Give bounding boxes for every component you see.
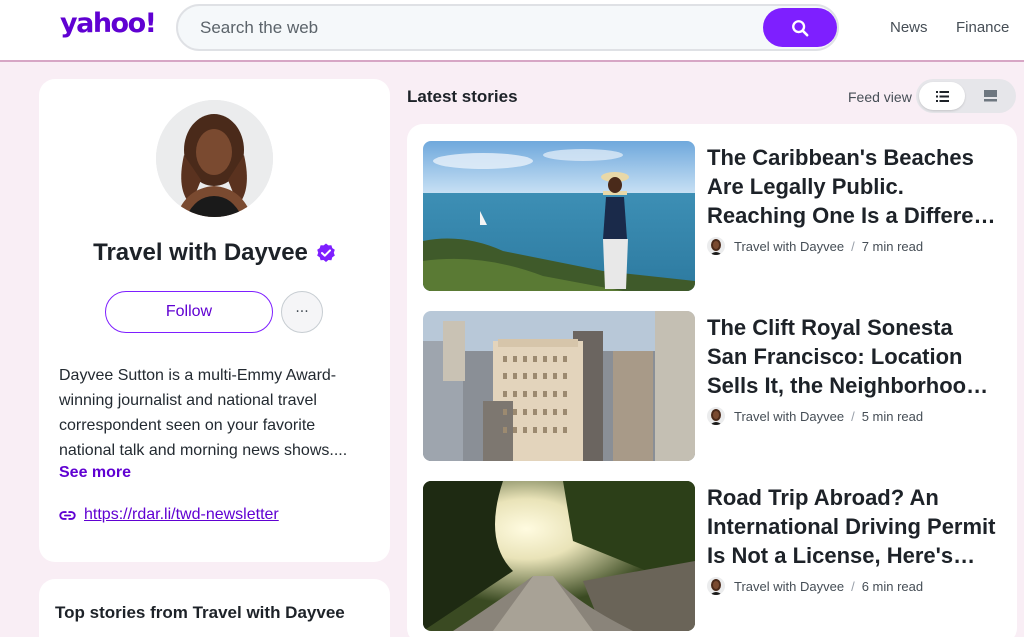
story-title[interactable]: The Clift Royal Sonesta San Francisco: L… xyxy=(707,313,997,400)
list-view-icon xyxy=(935,90,949,102)
meta-separator: / xyxy=(851,578,855,594)
search-button[interactable] xyxy=(763,8,837,47)
top-stories-card: Top stories from Travel with Dayvee xyxy=(39,579,390,637)
story-read-time: 7 min read xyxy=(861,238,924,254)
search-icon xyxy=(792,19,809,36)
story-title[interactable]: The Caribbean's Beaches Are Legally Publ… xyxy=(707,143,997,230)
more-options-button[interactable]: ··· xyxy=(281,291,323,333)
story-author[interactable]: Travel with Dayvee xyxy=(734,239,844,254)
meta-separator: / xyxy=(851,408,855,424)
profile-card: Travel with Dayvee Follow ··· Dayvee Sut… xyxy=(39,79,390,562)
profile-avatar xyxy=(156,100,273,217)
newsletter-link-row: https://rdar.li/twd-newsletter xyxy=(59,506,279,524)
story-meta: Travel with Dayvee / 6 min read xyxy=(707,577,923,595)
follow-button[interactable]: Follow xyxy=(105,291,273,333)
nav-finance[interactable]: Finance xyxy=(956,19,1009,36)
story-thumbnail[interactable] xyxy=(423,481,695,631)
list-view-button[interactable] xyxy=(919,82,965,110)
story-item[interactable]: The Clift Royal Sonesta San Francisco: L… xyxy=(423,311,1003,461)
link-icon xyxy=(59,510,76,520)
header: yahoo! News Finance xyxy=(0,0,1024,62)
story-item[interactable]: Road Trip Abroad? An International Drivi… xyxy=(423,481,1003,631)
feed-view-toggle xyxy=(916,79,1016,113)
search-bar xyxy=(176,4,839,51)
latest-stories-list: The Caribbean's Beaches Are Legally Publ… xyxy=(407,124,1017,637)
profile-name: Travel with Dayvee xyxy=(39,239,390,267)
story-item[interactable]: The Caribbean's Beaches Are Legally Publ… xyxy=(423,141,1003,291)
latest-stories-title: Latest stories xyxy=(407,87,518,106)
story-read-time: 5 min read xyxy=(861,408,924,424)
yahoo-logo[interactable]: yahoo! xyxy=(60,8,157,39)
verified-badge-icon xyxy=(317,243,335,262)
story-author[interactable]: Travel with Dayvee xyxy=(734,409,844,424)
story-meta: Travel with Dayvee / 7 min read xyxy=(707,237,923,255)
meta-separator: / xyxy=(851,238,855,254)
profile-bio: Dayvee Sutton is a multi-Emmy Award-winn… xyxy=(59,367,348,459)
card-view-button[interactable] xyxy=(967,82,1013,110)
top-stories-heading: Top stories from Travel with Dayvee xyxy=(55,603,345,622)
nav-news[interactable]: News xyxy=(890,19,928,36)
card-view-icon xyxy=(983,90,997,102)
story-title[interactable]: Road Trip Abroad? An International Drivi… xyxy=(707,483,997,570)
feed-view-label: Feed view xyxy=(848,89,912,105)
see-more-link[interactable]: See more xyxy=(59,464,131,482)
story-thumbnail[interactable] xyxy=(423,141,695,291)
story-thumbnail[interactable] xyxy=(423,311,695,461)
search-input[interactable] xyxy=(200,17,760,39)
newsletter-link[interactable]: https://rdar.li/twd-newsletter xyxy=(84,506,279,524)
story-meta: Travel with Dayvee / 5 min read xyxy=(707,407,923,425)
story-read-time: 6 min read xyxy=(861,578,924,594)
story-author[interactable]: Travel with Dayvee xyxy=(734,579,844,594)
author-avatar xyxy=(707,577,725,595)
author-avatar xyxy=(707,407,725,425)
author-avatar xyxy=(707,237,725,255)
